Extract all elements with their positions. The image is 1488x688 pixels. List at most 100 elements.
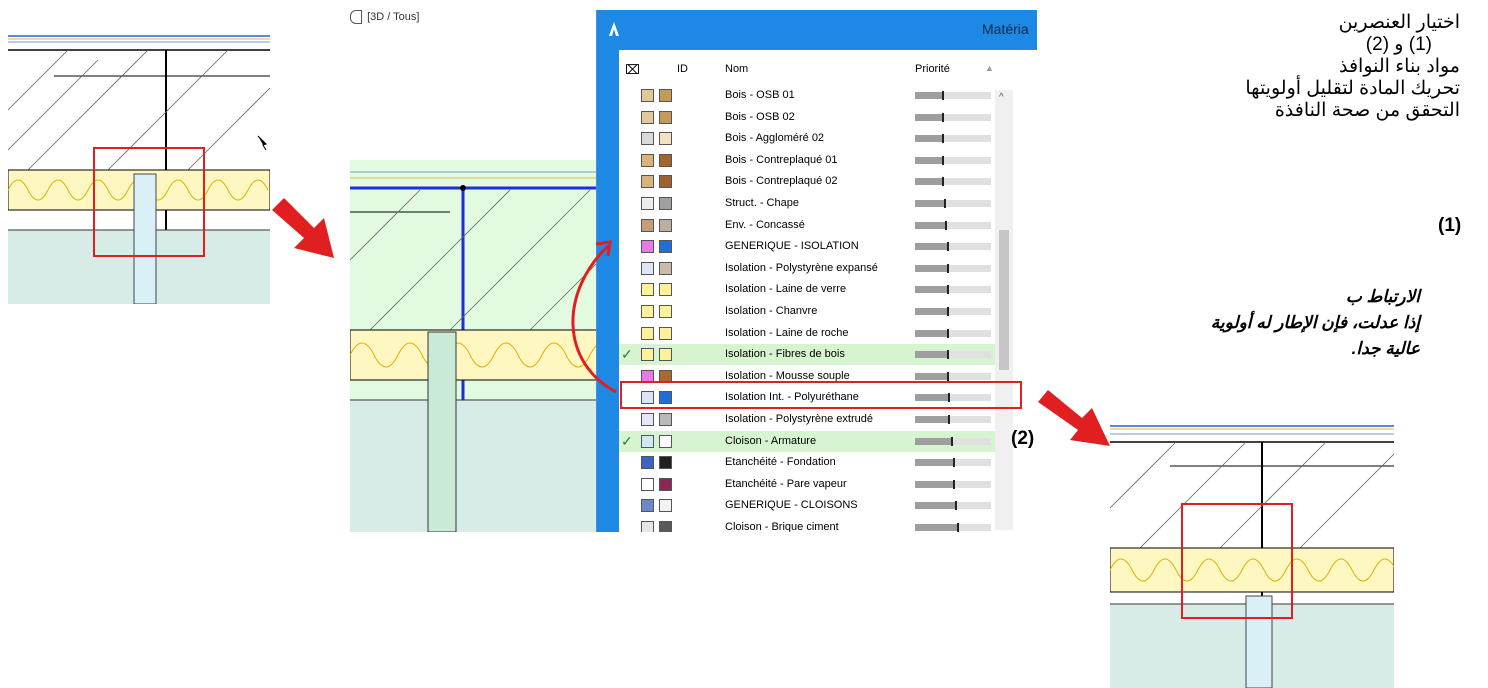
material-name: Isolation - Laine de roche [725, 326, 849, 339]
material-row[interactable]: Isolation - Laine de verre [619, 279, 997, 300]
material-name: Struct. - Chape [725, 197, 799, 209]
scroll-thumb[interactable] [999, 230, 1009, 370]
priority-fill [915, 308, 947, 315]
view-icon [350, 10, 362, 24]
priority-fill [915, 437, 952, 445]
priority-marker [945, 220, 948, 230]
materials-dialog: Matéria ⌧ ID Nom Priorité ▲ Bois - OSB 0… [596, 10, 1037, 532]
material-row[interactable]: Bois - OSB 02 [619, 107, 997, 128]
column-id[interactable]: ID [677, 63, 688, 75]
material-row[interactable]: Isolation - Laine de roche [619, 323, 997, 344]
priority-bar[interactable] [915, 415, 991, 424]
priority-fill [915, 200, 944, 207]
sort-arrow-icon: ▲ [985, 63, 994, 73]
priority-marker [941, 91, 944, 100]
priority-fill [915, 502, 955, 510]
priority-bar[interactable] [915, 350, 991, 360]
fill-swatch-icon [641, 283, 654, 297]
priority-fill [915, 113, 942, 121]
priority-bar[interactable] [915, 307, 991, 316]
note-line-2: إذا عدلت، فإن الإطار له أولوية [1210, 313, 1420, 332]
color-swatch-icon [659, 218, 672, 232]
fill-swatch-icon [641, 305, 654, 318]
color-swatch-icon [659, 477, 672, 491]
priority-marker [956, 523, 959, 532]
material-row[interactable]: ✓ Isolation - Fibres de bois [619, 344, 997, 366]
priority-marker [946, 307, 949, 316]
color-swatch-icon [659, 413, 672, 426]
material-row[interactable]: Etanchéité - Pare vapeur [619, 474, 997, 495]
color-swatch-icon [659, 153, 672, 167]
priority-bar[interactable] [915, 523, 991, 532]
priority-bar[interactable] [915, 285, 991, 295]
label-two: (2) [1011, 428, 1035, 449]
material-row[interactable]: Bois - Aggloméré 02 [619, 128, 997, 149]
fill-swatch-icon [641, 240, 654, 254]
fill-swatch-icon [641, 261, 654, 275]
material-name: GENERIQUE - ISOLATION [725, 240, 859, 253]
column-name[interactable]: Nom [725, 63, 748, 75]
material-name: Cloison - Brique ciment [725, 521, 839, 532]
priority-bar[interactable] [915, 155, 991, 165]
material-name: Bois - Aggloméré 02 [725, 132, 825, 145]
material-row[interactable]: Isolation - Polystyrène expansé [619, 258, 997, 279]
material-row[interactable]: Bois - Contreplaqué 01 [619, 150, 997, 171]
instruction-line-1: اختيار العنصرين [1338, 12, 1460, 33]
priority-marker [946, 242, 949, 252]
priority-bar[interactable] [915, 220, 991, 230]
priority-bar[interactable] [915, 242, 991, 252]
priority-bar[interactable] [915, 177, 991, 187]
priority-bar[interactable] [915, 479, 991, 489]
color-swatch-icon [659, 261, 672, 275]
priority-marker [946, 285, 949, 295]
material-row[interactable]: Struct. - Chape [619, 193, 997, 214]
material-row[interactable]: Bois - Contreplaqué 02 [619, 171, 997, 192]
priority-fill [915, 480, 953, 488]
material-name: Bois - Contreplaqué 01 [725, 153, 838, 166]
note-line-3: عالية جدا. [1351, 339, 1420, 358]
view-tab[interactable]: [3D / Tous] [350, 10, 419, 30]
material-row[interactable]: Isolation - Chanvre [619, 301, 997, 322]
color-swatch-icon [659, 110, 672, 124]
material-row[interactable]: Cloison - Brique ciment [619, 517, 997, 532]
material-row[interactable]: Etanchéité - Fondation [619, 452, 997, 473]
material-row[interactable]: Env. - Concassé [619, 215, 997, 236]
arrow-right-down-icon [272, 198, 334, 258]
material-row[interactable]: GENERIQUE - CLOISONS [619, 495, 997, 516]
checkmark-icon: ✓ [621, 432, 633, 449]
priority-marker [946, 371, 949, 381]
fill-swatch-icon [641, 89, 654, 102]
color-swatch-icon [659, 175, 672, 189]
priority-bar[interactable] [915, 134, 991, 144]
priority-marker [946, 350, 949, 360]
color-swatch-icon [659, 89, 672, 102]
priority-bar[interactable] [915, 371, 991, 381]
color-swatch-icon [659, 326, 672, 340]
priority-bar[interactable] [915, 112, 991, 122]
list-scrollbar[interactable]: ^ [995, 90, 1013, 530]
priority-bar[interactable] [915, 458, 991, 468]
material-name: GENERIQUE - CLOISONS [725, 499, 858, 512]
color-swatch-icon [659, 240, 672, 254]
material-row[interactable]: Isolation - Polystyrène extrudé [619, 409, 997, 430]
fill-swatch-icon [641, 456, 654, 470]
priority-bar[interactable] [915, 501, 991, 511]
priority-bar[interactable] [915, 328, 991, 338]
priority-bar[interactable] [915, 199, 991, 208]
instruction-line-5: التحقق من صحة النافذة [1274, 100, 1460, 121]
priority-fill [915, 92, 942, 99]
priority-marker [941, 155, 944, 165]
arrow-right-down-icon-2 [1038, 390, 1110, 446]
material-row[interactable]: GENERIQUE - ISOLATION [619, 236, 997, 257]
priority-bar[interactable] [915, 263, 991, 273]
cad-detail-before [8, 30, 270, 304]
note-line-1: الارتباط ب [1345, 287, 1420, 306]
priority-bar[interactable] [915, 436, 991, 446]
scroll-up-icon[interactable]: ^ [999, 92, 1004, 103]
material-row[interactable]: ✓ Cloison - Armature [619, 430, 997, 452]
priority-bar[interactable] [915, 91, 991, 100]
column-priority[interactable]: Priorité [915, 63, 950, 75]
color-swatch-icon [659, 434, 672, 448]
material-row[interactable]: Bois - OSB 01 [619, 85, 997, 106]
priority-marker [943, 199, 946, 208]
